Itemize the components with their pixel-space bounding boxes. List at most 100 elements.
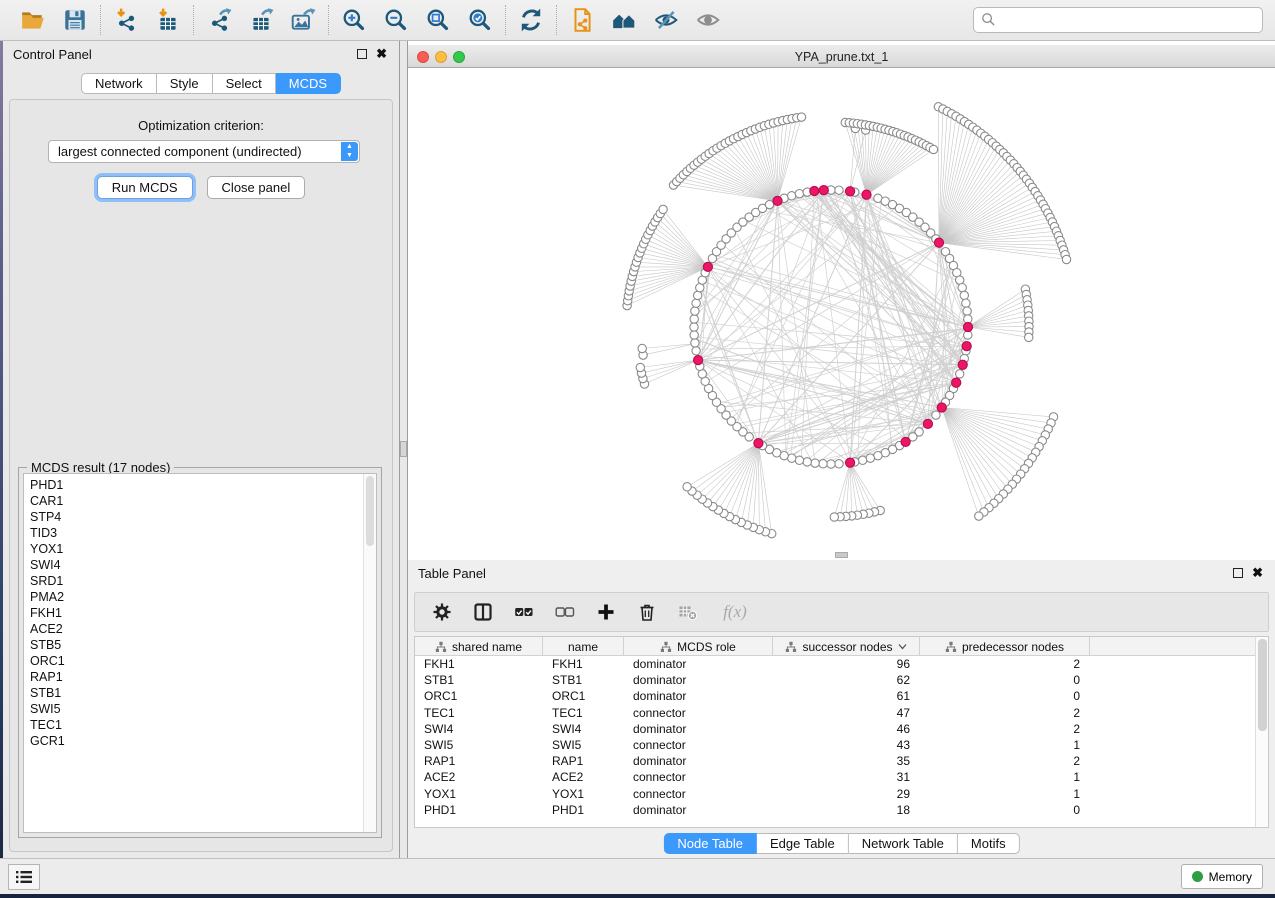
tab-mcds[interactable]: MCDS (276, 73, 341, 94)
network-graph[interactable] (408, 68, 1275, 560)
mcds-result-item[interactable]: YOX1 (24, 541, 376, 557)
cell-predecessor_nodes[interactable]: 0 (920, 672, 1090, 688)
task-history-button[interactable] (8, 864, 40, 890)
cell-name[interactable]: RAP1 (543, 753, 624, 769)
cell-successor_nodes[interactable]: 31 (773, 769, 920, 785)
table-settings-gear-button[interactable] (431, 601, 453, 623)
cell-predecessor_nodes[interactable]: 1 (920, 786, 1090, 802)
close-icon[interactable]: ✖ (376, 46, 387, 62)
toolbar-export-table-button[interactable] (246, 5, 276, 35)
cell-name[interactable]: STB1 (543, 672, 624, 688)
cell-successor_nodes[interactable]: 47 (773, 705, 920, 721)
run-mcds-button[interactable]: Run MCDS (97, 176, 193, 199)
cell-mcds_role[interactable]: dominator (624, 753, 773, 769)
toolbar-open-file-button[interactable] (18, 5, 48, 35)
table-select-all-columns-button[interactable] (513, 601, 535, 623)
toolbar-export-network-button[interactable] (204, 5, 234, 35)
cell-name[interactable]: TEC1 (543, 705, 624, 721)
cell-mcds_role[interactable]: dominator (624, 688, 773, 704)
table-row[interactable]: FKH1FKH1dominator962 (415, 656, 1268, 672)
toolbar-zoom-in-button[interactable] (339, 5, 369, 35)
cell-predecessor_nodes[interactable]: 0 (920, 802, 1090, 818)
column-header-MCDS-role[interactable]: MCDS role (624, 637, 773, 656)
tab-select[interactable]: Select (213, 73, 276, 94)
table-row[interactable]: SWI5SWI5connector431 (415, 737, 1268, 753)
close-panel-button[interactable]: Close panel (207, 176, 306, 199)
table-row[interactable]: PHD1PHD1dominator180 (415, 802, 1268, 818)
toolbar-hide-selected-button[interactable] (651, 5, 681, 35)
result-scrollbar-thumb[interactable] (366, 476, 374, 546)
cell-shared_name[interactable]: ORC1 (415, 688, 543, 704)
cell-predecessor_nodes[interactable]: 2 (920, 656, 1090, 672)
cell-name[interactable]: YOX1 (543, 786, 624, 802)
cell-shared_name[interactable]: RAP1 (415, 753, 543, 769)
table-row[interactable]: STB1STB1dominator620 (415, 672, 1268, 688)
mcds-result-item[interactable]: TEC1 (24, 717, 376, 733)
toolbar-import-network-button[interactable] (111, 5, 141, 35)
mcds-result-item[interactable]: GCR1 (24, 733, 376, 749)
cell-mcds_role[interactable]: dominator (624, 721, 773, 737)
vertical-splitter-handle[interactable] (400, 441, 407, 457)
cell-shared_name[interactable]: PHD1 (415, 802, 543, 818)
memory-button[interactable]: Memory (1181, 864, 1263, 889)
table-function-builder-button[interactable]: f(x) (718, 601, 752, 623)
mcds-result-item[interactable]: RAP1 (24, 669, 376, 685)
column-header-predecessor-nodes[interactable]: predecessor nodes (920, 637, 1090, 656)
mcds-result-item[interactable]: FKH1 (24, 605, 376, 621)
cell-name[interactable]: ACE2 (543, 769, 624, 785)
cell-successor_nodes[interactable]: 43 (773, 737, 920, 753)
table-row[interactable]: RAP1RAP1dominator352 (415, 753, 1268, 769)
mcds-result-item[interactable]: ORC1 (24, 653, 376, 669)
cell-mcds_role[interactable]: dominator (624, 672, 773, 688)
tab-network-table[interactable]: Network Table (849, 833, 958, 854)
horizontal-splitter-handle[interactable] (835, 552, 848, 558)
mcds-result-item[interactable]: STB1 (24, 685, 376, 701)
cell-shared_name[interactable]: YOX1 (415, 786, 543, 802)
column-header-successor-nodes[interactable]: successor nodes (773, 637, 920, 656)
table-row[interactable]: ACE2ACE2connector311 (415, 769, 1268, 785)
cell-successor_nodes[interactable]: 29 (773, 786, 920, 802)
cell-predecessor_nodes[interactable]: 1 (920, 769, 1090, 785)
cell-shared_name[interactable]: TEC1 (415, 705, 543, 721)
cell-successor_nodes[interactable]: 61 (773, 688, 920, 704)
float-icon[interactable] (1233, 568, 1243, 578)
toolbar-import-table-button[interactable] (153, 5, 183, 35)
tab-network[interactable]: Network (81, 73, 157, 94)
optimization-criterion-select[interactable]: largest connected component (undirected)… (48, 140, 360, 163)
cell-predecessor_nodes[interactable]: 1 (920, 737, 1090, 753)
cell-predecessor_nodes[interactable]: 2 (920, 721, 1090, 737)
cell-mcds_role[interactable]: connector (624, 786, 773, 802)
cell-name[interactable]: ORC1 (543, 688, 624, 704)
tab-node-table[interactable]: Node Table (663, 833, 757, 854)
table-scrollbar-thumb[interactable] (1258, 639, 1267, 731)
tab-edge-table[interactable]: Edge Table (757, 833, 849, 854)
mcds-result-item[interactable]: SWI5 (24, 701, 376, 717)
toolbar-new-network-from-selection-button[interactable] (567, 5, 597, 35)
search-input[interactable] (973, 7, 1263, 33)
cell-name[interactable]: SWI4 (543, 721, 624, 737)
vertical-splitter[interactable] (400, 41, 408, 858)
cell-successor_nodes[interactable]: 46 (773, 721, 920, 737)
mcds-result-item[interactable]: PMA2 (24, 589, 376, 605)
tab-style[interactable]: Style (157, 73, 213, 94)
column-header-shared-name[interactable]: shared name (415, 637, 543, 656)
column-header-name[interactable]: name (543, 637, 624, 656)
cell-name[interactable]: PHD1 (543, 802, 624, 818)
toolbar-show-graphics-details-button[interactable] (693, 5, 723, 35)
float-icon[interactable] (357, 49, 367, 59)
cell-mcds_role[interactable]: connector (624, 705, 773, 721)
mcds-result-item[interactable]: PHD1 (24, 474, 376, 493)
result-scrollbar[interactable] (363, 474, 376, 832)
cell-successor_nodes[interactable]: 35 (773, 753, 920, 769)
cell-predecessor_nodes[interactable]: 2 (920, 753, 1090, 769)
cell-successor_nodes[interactable]: 96 (773, 656, 920, 672)
cell-mcds_role[interactable]: connector (624, 737, 773, 753)
table-show-column-button[interactable] (472, 601, 494, 623)
table-delete-column-button[interactable] (636, 601, 658, 623)
mcds-result-item[interactable]: STB5 (24, 637, 376, 653)
cell-shared_name[interactable]: STB1 (415, 672, 543, 688)
close-icon[interactable]: ✖ (1252, 565, 1263, 581)
cell-mcds_role[interactable]: connector (624, 769, 773, 785)
table-add-column-button[interactable] (595, 601, 617, 623)
toolbar-save-session-button[interactable] (60, 5, 90, 35)
